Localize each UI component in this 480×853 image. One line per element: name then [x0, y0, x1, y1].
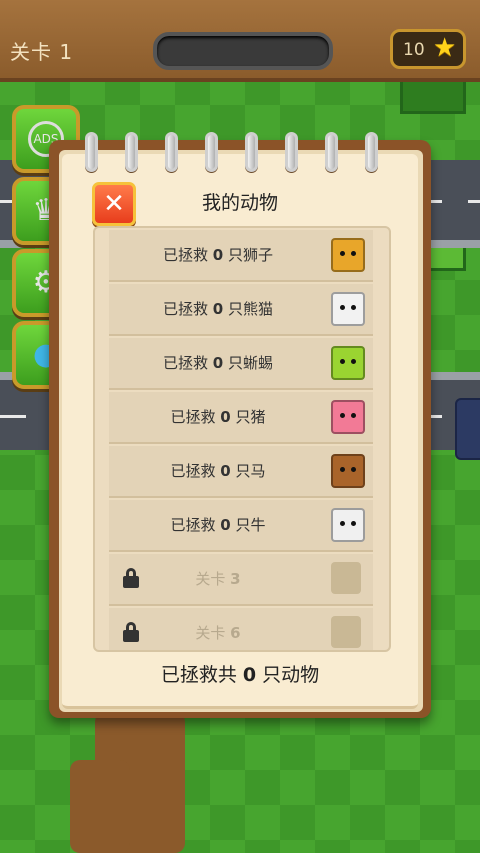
binder-ring [125, 132, 138, 172]
top-bar: 关卡 1 10 ★ [0, 0, 480, 82]
list-item-label: 已拯救 0 只熊猫 [109, 284, 327, 334]
list-item: 已拯救 0 只熊猫 [109, 284, 373, 336]
total-rescued-text: 已拯救共 0 只动物 [62, 660, 418, 687]
star-count: 10 [403, 40, 425, 60]
lion-icon [331, 238, 365, 272]
binder-ring [365, 132, 378, 172]
list-item-count: 0 [220, 408, 231, 426]
list-item-prefix: 已拯救 [170, 462, 221, 480]
list-item-count: 0 [212, 354, 224, 372]
car [455, 398, 480, 460]
lock-icon [123, 622, 139, 642]
list-item-label: 关卡 6 [109, 608, 327, 650]
list-item-prefix: 已拯救 [170, 516, 221, 534]
list-item-prefix: 已拯救 [163, 246, 213, 264]
list-item-prefix: 关卡 [195, 624, 231, 642]
panda-icon [331, 292, 365, 326]
list-item: 关卡 3 [109, 554, 373, 606]
tree-block [400, 78, 466, 114]
list-item: 已拯救 0 只蜥蜴 [109, 338, 373, 390]
binder-ring [325, 132, 338, 172]
list-item-prefix: 关卡 [195, 570, 231, 588]
total-rescued-suffix: 只动物 [256, 664, 320, 686]
list-item: 已拯救 0 只狮子 [109, 230, 373, 282]
binder-ring [85, 132, 98, 172]
list-item-count: 3 [230, 570, 241, 588]
dirt-path [70, 760, 130, 853]
total-rescued-count: 0 [242, 664, 257, 686]
level-label: 关卡 1 [10, 40, 74, 64]
total-rescued-prefix: 已拯救共 [160, 664, 243, 686]
list-item: 关卡 6 [109, 608, 373, 650]
list-item-count: 0 [220, 516, 231, 534]
panel-title: 我的动物 [201, 192, 278, 214]
list-item-suffix: 只狮子 [223, 246, 273, 264]
list-item-count: 0 [212, 300, 224, 318]
binder-ring [285, 132, 298, 172]
list-item-suffix: 只猪 [230, 408, 266, 426]
list-item-suffix: 只蜥蜴 [223, 354, 273, 372]
pig-icon [331, 400, 365, 434]
list-item-suffix: 只熊猫 [223, 300, 273, 318]
locked-animal-icon [331, 562, 361, 594]
locked-animal-icon [331, 616, 361, 648]
star-counter: 10 ★ [390, 29, 466, 69]
list-item-label: 已拯救 0 只蜥蜴 [109, 338, 327, 388]
cow-icon [331, 508, 365, 542]
animal-list[interactable]: 已拯救 0 只狮子 已拯救 0 只熊猫 已拯救 0 只蜥蜴 已拯救 0 只猪 已拯救 0… [93, 226, 391, 652]
list-item: 已拯救 0 只猪 [109, 392, 373, 444]
lizard-icon [331, 346, 365, 380]
binder-ring [245, 132, 258, 172]
horse-icon [331, 454, 365, 488]
binder-ring [165, 132, 178, 172]
list-item-label: 已拯救 0 只牛 [109, 500, 327, 550]
list-item-suffix: 只马 [230, 462, 266, 480]
list-item-label: 已拯救 0 只狮子 [109, 230, 327, 280]
list-item-count: 6 [230, 624, 241, 642]
list-item-prefix: 已拯救 [170, 408, 221, 426]
list-item-label: 已拯救 0 只猪 [109, 392, 327, 442]
list-item: 已拯救 0 只牛 [109, 500, 373, 552]
list-item-prefix: 已拯救 [163, 354, 213, 372]
list-item-label: 已拯救 0 只马 [109, 446, 327, 496]
list-item-suffix: 只牛 [230, 516, 266, 534]
list-item-count: 0 [212, 246, 224, 264]
star-icon: ★ [433, 33, 457, 63]
lock-icon [123, 568, 139, 588]
list-item-count: 0 [220, 462, 231, 480]
level-progress-bar [153, 32, 333, 70]
list-item: 已拯救 0 只马 [109, 446, 373, 498]
binder-ring [205, 132, 218, 172]
list-item-prefix: 已拯救 [163, 300, 213, 318]
list-item-label: 关卡 3 [109, 554, 327, 604]
